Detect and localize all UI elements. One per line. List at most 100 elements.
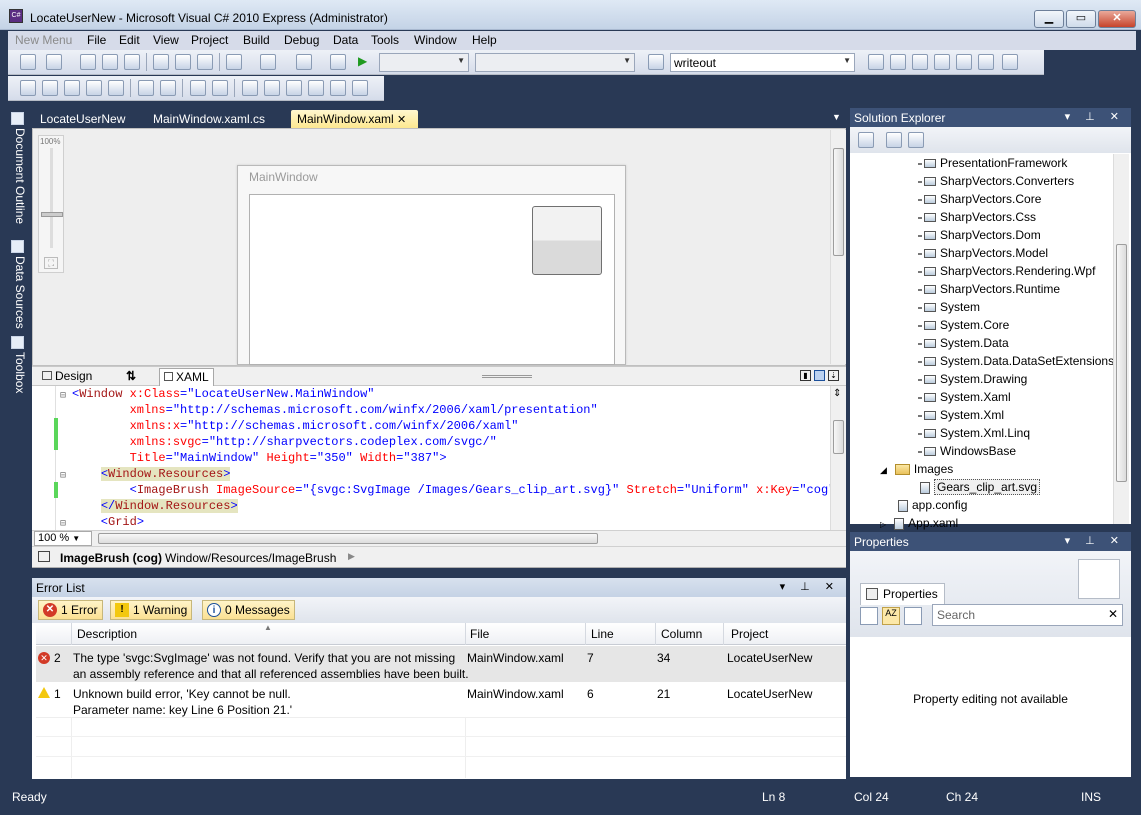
tab-toolbox[interactable]: Toolbox	[9, 336, 27, 406]
menu-project[interactable]: Project	[191, 33, 228, 47]
comment-lines-icon[interactable]	[190, 80, 206, 96]
find-symbol-icon[interactable]	[868, 54, 884, 70]
tree-item-reference[interactable]: SharpVectors.Dom	[918, 228, 1041, 242]
splitter-grip[interactable]	[482, 375, 532, 378]
code-line[interactable]: <Window.Resources>	[72, 466, 231, 482]
menu-file[interactable]: File	[87, 33, 106, 47]
undo-icon[interactable]	[226, 54, 242, 70]
menu-tools[interactable]: Tools	[371, 33, 399, 47]
open-file-icon[interactable]	[80, 54, 96, 70]
xaml-code-editor[interactable]: ⊟ ⊟ ⊟ <Window x:Class="LocateUserNew.Mai…	[32, 386, 830, 530]
show-all-files-icon[interactable]	[858, 132, 874, 148]
tree-item-reference[interactable]: System.Core	[918, 318, 1009, 332]
tree-item-reference[interactable]: System.Data	[918, 336, 1009, 350]
close-button[interactable]: ✕	[1098, 10, 1136, 28]
redo-icon[interactable]	[260, 54, 276, 70]
add-item-icon[interactable]	[46, 54, 62, 70]
platform-select[interactable]: ▼	[475, 53, 635, 72]
col-file[interactable]: File	[470, 627, 489, 641]
sort-alphabetical-icon[interactable]: AZ	[882, 607, 900, 625]
code-line[interactable]: <Window x:Class="LocateUserNew.MainWindo…	[72, 386, 374, 402]
tree-item-reference[interactable]: SharpVectors.Css	[918, 210, 1036, 224]
designer-scroll-thumb[interactable]	[833, 148, 844, 256]
code-line[interactable]: <Grid>	[72, 514, 144, 530]
code-line[interactable]: </Window.Resources>	[72, 498, 238, 514]
expand-arrow-icon[interactable]: ◢	[880, 465, 887, 475]
menu-help[interactable]: Help	[472, 33, 497, 47]
horizontal-scroll-thumb[interactable]	[98, 533, 598, 544]
solution-vertical-scrollbar[interactable]	[1113, 154, 1129, 524]
col-description[interactable]: Description	[77, 627, 137, 641]
code-line[interactable]: xmlns:svgc="http://sharpvectors.codeplex…	[72, 434, 497, 450]
tree-item-reference[interactable]: SharpVectors.Rendering.Wpf	[918, 264, 1095, 278]
tree-item-reference[interactable]: SharpVectors.Runtime	[918, 282, 1060, 296]
menu-window[interactable]: Window	[414, 33, 457, 47]
editor-zoom-select[interactable]: 100 % ▼	[34, 531, 92, 546]
designer-vertical-scrollbar[interactable]	[830, 130, 846, 364]
doc-tab-mainwindow-xaml[interactable]: MainWindow.xaml ✕	[291, 110, 418, 128]
pointer-icon[interactable]	[64, 80, 80, 96]
prev-bookmark-folder-icon[interactable]	[308, 80, 324, 96]
collapse-arrow-icon[interactable]: ▷	[880, 520, 886, 529]
start-debugging-icon[interactable]: ▶	[358, 54, 374, 70]
select-icon[interactable]	[20, 80, 36, 96]
find-combo[interactable]: writeout ▼	[670, 53, 855, 72]
tree-item-reference[interactable]: System.Xml	[918, 408, 1004, 422]
warnings-filter-button[interactable]: ! 1 Warning	[110, 600, 193, 620]
toolbox-icon[interactable]	[934, 54, 950, 70]
outdent-icon[interactable]	[138, 80, 154, 96]
menu-new-menu[interactable]: New Menu	[15, 33, 72, 47]
save-icon[interactable]	[102, 54, 118, 70]
events-icon[interactable]	[904, 607, 922, 625]
col-project[interactable]: Project	[731, 627, 768, 641]
design-tab[interactable]: Design	[38, 368, 96, 384]
code-scroll-thumb[interactable]	[833, 420, 844, 454]
col-column[interactable]: Column	[661, 627, 702, 641]
menu-edit[interactable]: Edit	[119, 33, 140, 47]
tab-list-dropdown-icon[interactable]: ▼	[826, 110, 847, 128]
find-in-files-icon[interactable]	[648, 54, 664, 70]
cut-icon[interactable]	[153, 54, 169, 70]
breadcrumb-arrow-icon[interactable]: ▶	[348, 551, 355, 562]
warning-row[interactable]: 1 Unknown build error, 'Key cannot be nu…	[36, 682, 846, 718]
tab-document-outline[interactable]: Document Outline	[9, 112, 27, 236]
maximize-button[interactable]: ▭	[1066, 10, 1096, 28]
properties-tab[interactable]: Properties	[860, 583, 945, 605]
next-bookmark-folder-icon[interactable]	[330, 80, 346, 96]
doc-tab-locateusernew[interactable]: LocateUserNew	[34, 110, 131, 128]
object-browser-icon[interactable]	[912, 54, 928, 70]
swap-panes-button[interactable]: ⇅	[122, 368, 140, 384]
start-page-icon[interactable]	[956, 54, 972, 70]
messages-filter-button[interactable]: i0 Messages	[202, 600, 295, 620]
paste-icon[interactable]	[197, 54, 213, 70]
menu-data[interactable]: Data	[333, 33, 358, 47]
menu-debug[interactable]: Debug	[284, 33, 319, 47]
refresh-icon[interactable]	[908, 132, 924, 148]
xaml-tab[interactable]: XAML	[159, 368, 214, 387]
clear-search-icon[interactable]: ✕	[1108, 607, 1118, 621]
indent-icon[interactable]	[160, 80, 176, 96]
code-line[interactable]: Title="MainWindow" Height="350" Width="3…	[72, 450, 447, 466]
next-bookmark-icon[interactable]	[286, 80, 302, 96]
vertical-split-icon[interactable]: ▮	[800, 370, 811, 381]
navigate-icon[interactable]	[296, 54, 312, 70]
menu-build[interactable]: Build	[243, 33, 270, 47]
tree-item-app-xaml[interactable]: ▷ App.xaml	[880, 516, 958, 530]
code-line[interactable]: xmlns="http://schemas.microsoft.com/winf…	[72, 402, 598, 418]
tree-item-app-config[interactable]: app.config	[898, 498, 967, 512]
save-all-icon[interactable]	[124, 54, 140, 70]
tree-item-reference[interactable]: SharpVectors.Converters	[918, 174, 1074, 188]
bookmark-icon[interactable]	[242, 80, 258, 96]
tree-item-images-folder[interactable]: ◢ Images	[880, 462, 953, 476]
menu-view[interactable]: View	[153, 33, 179, 47]
tab-data-sources[interactable]: Data Sources	[9, 240, 27, 332]
zoom-slider-thumb[interactable]	[41, 212, 63, 217]
minimize-button[interactable]: ▁	[1034, 10, 1064, 28]
code-horizontal-scrollbar[interactable]: 100 % ▼	[32, 530, 846, 546]
errors-filter-button[interactable]: ✕ 1 Error	[38, 600, 103, 620]
solution-scroll-thumb[interactable]	[1116, 244, 1127, 482]
close-tab-icon[interactable]: ✕	[397, 114, 406, 126]
properties-window-icon[interactable]	[890, 54, 906, 70]
error-list-window-buttons[interactable]: ▾ ⊥ ✕	[780, 580, 840, 593]
tree-item-reference[interactable]: System	[918, 300, 980, 314]
